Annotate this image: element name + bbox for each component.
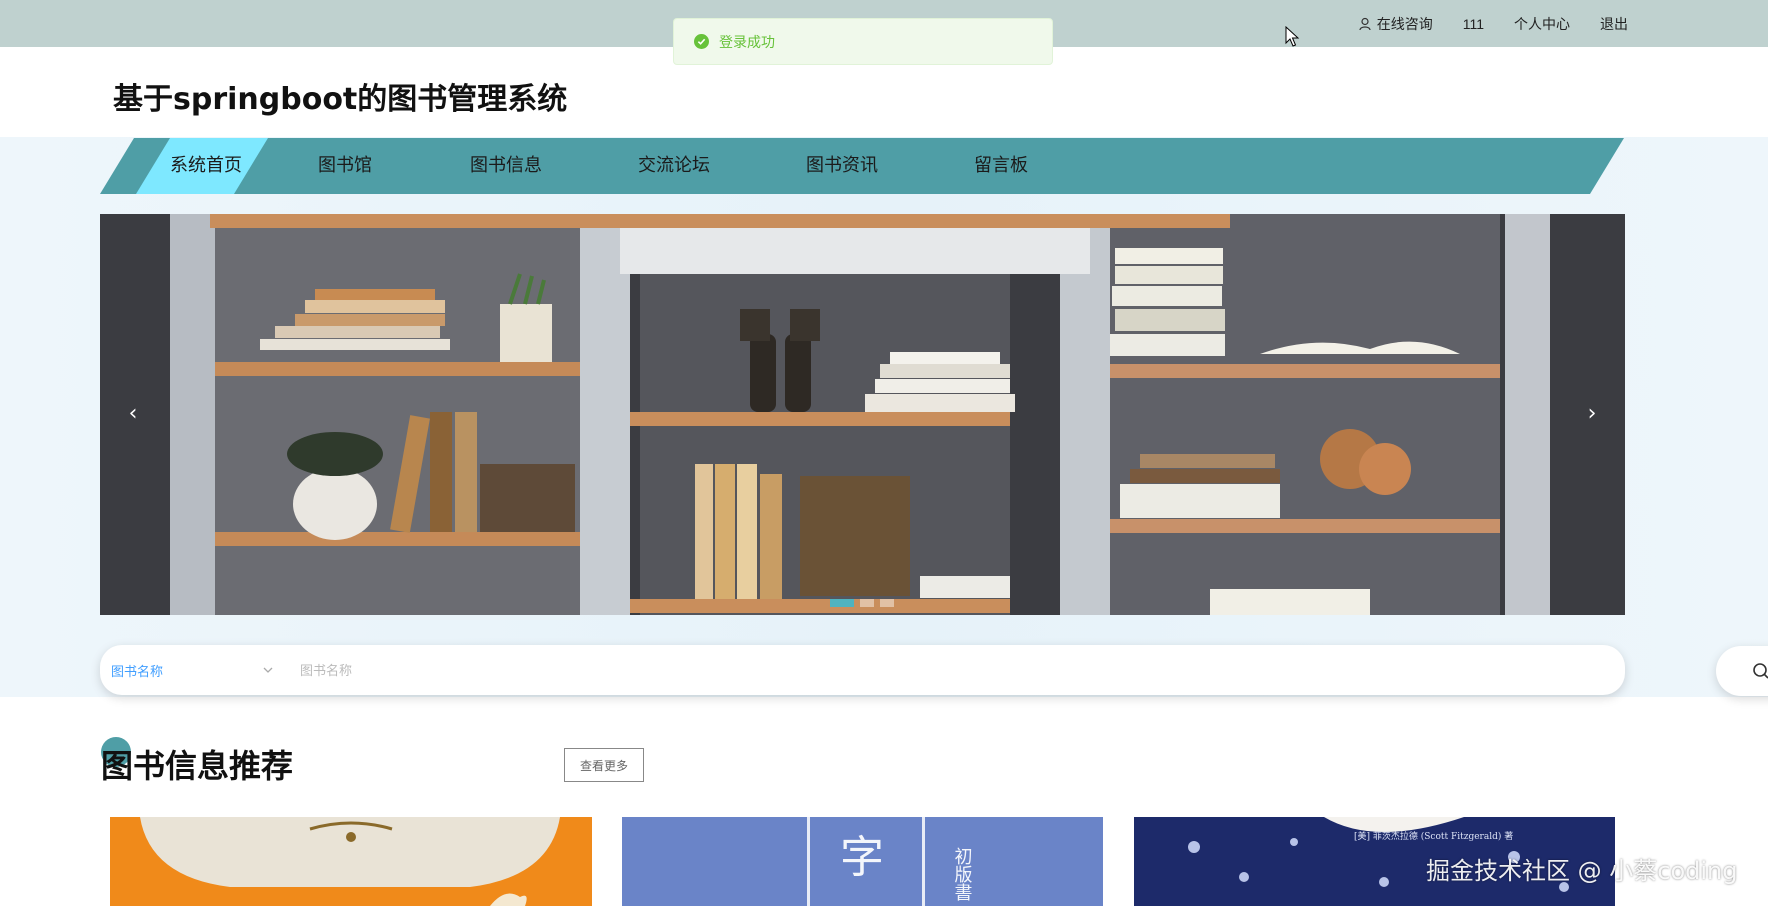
view-more-button[interactable]: 查看更多: [564, 748, 644, 782]
book-card[interactable]: 字 初版書: [622, 817, 1103, 906]
login-success-toast: 登录成功: [673, 18, 1053, 65]
logout-link[interactable]: 退出: [1600, 14, 1628, 34]
carousel-prev-button[interactable]: ‹: [113, 394, 153, 434]
book-cover-text: 字: [840, 832, 884, 883]
nav-item-book-news[interactable]: 图书资讯: [806, 138, 878, 194]
username-link[interactable]: 111: [1463, 16, 1484, 32]
consult-link[interactable]: 在线咨询: [1359, 14, 1433, 34]
toast-message: 登录成功: [719, 33, 775, 50]
mouse-cursor-icon: [1285, 26, 1300, 47]
nav-item-message-board[interactable]: 留言板: [974, 138, 1028, 194]
chevron-down-icon: [263, 667, 273, 673]
profile-label: 个人中心: [1514, 16, 1570, 32]
carousel-next-button[interactable]: ›: [1572, 394, 1612, 434]
book-cover-image: [110, 817, 592, 906]
nav-item-home[interactable]: 系统首页: [170, 138, 242, 194]
nav-item-library[interactable]: 图书馆: [318, 138, 372, 194]
search-bar: 图书名称: [100, 645, 1625, 695]
consult-label: 在线咨询: [1376, 16, 1433, 32]
logout-label: 退出: [1600, 16, 1628, 32]
carousel-dot[interactable]: [880, 599, 894, 607]
search-button[interactable]: [1716, 646, 1768, 696]
section-title: 图书信息推荐: [101, 747, 294, 785]
book-cover-text: [美] 菲茨杰拉德 (Scott Fitzgerald) 著: [1354, 830, 1513, 842]
search-field-select[interactable]: 图书名称: [100, 661, 290, 680]
carousel-dot[interactable]: [860, 599, 874, 607]
book-cover-image: 字 初版書: [622, 817, 1103, 906]
bookshelf-banner-image: [100, 214, 1625, 615]
svg-text:初版書: 初版書: [952, 847, 973, 901]
main-nav: 系统首页 图书馆 图书信息 交流论坛 图书资讯 留言板: [100, 138, 1624, 194]
search-icon: [1753, 663, 1768, 679]
user-support-icon: [1359, 17, 1371, 31]
search-field-selected: 图书名称: [111, 663, 164, 679]
profile-link[interactable]: 个人中心: [1514, 14, 1570, 34]
search-input[interactable]: [290, 650, 1625, 690]
success-check-icon: [694, 34, 709, 49]
book-card[interactable]: [110, 817, 592, 906]
top-links: 在线咨询 111 个人中心 退出: [1359, 14, 1628, 34]
nav-item-book-info[interactable]: 图书信息: [470, 138, 542, 194]
carousel-dot[interactable]: [830, 599, 854, 607]
username-label: 111: [1462, 16, 1484, 32]
banner-carousel[interactable]: ‹ ›: [100, 214, 1625, 615]
watermark: 掘金技术社区 @ 小蔡coding: [1426, 857, 1738, 885]
carousel-indicators: [830, 599, 894, 607]
site-title: 基于springboot的图书管理系统: [113, 82, 568, 117]
nav-item-forum[interactable]: 交流论坛: [638, 138, 710, 194]
